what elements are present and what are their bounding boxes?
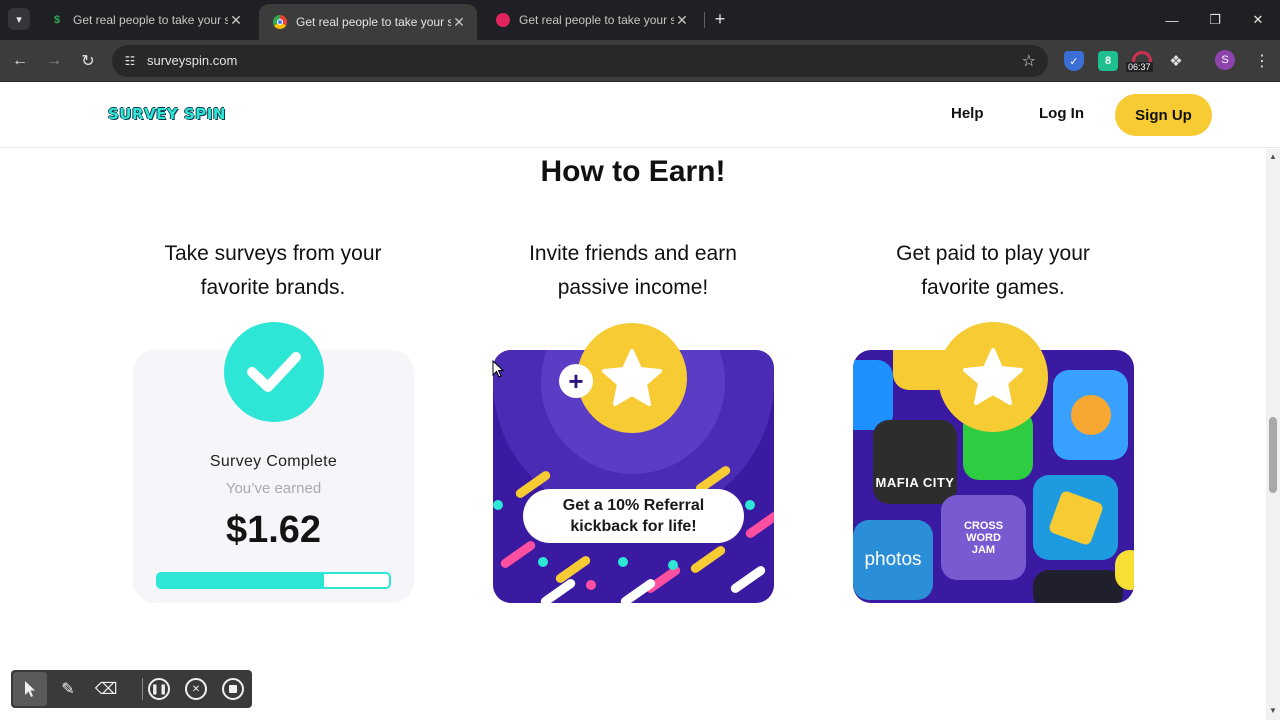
extensions-puzzle-icon[interactable]: ❖ <box>1166 51 1186 71</box>
pause-icon[interactable]: ❚❚ <box>146 677 172 701</box>
site-header: SURVEY SPIN Help Log In Sign Up <box>0 83 1280 148</box>
cancel-icon[interactable]: ✕ <box>183 677 209 701</box>
close-tab-icon[interactable]: ✕ <box>228 12 244 29</box>
extension-timer-text: 06:37 <box>1126 62 1153 72</box>
word-cross-jam-app-tile: CROSS WORD JAM <box>941 495 1026 580</box>
survey-progress-bar <box>156 572 391 589</box>
browser-tab-3[interactable]: Get real people to take your su ✕ <box>482 4 700 36</box>
close-tab-icon[interactable]: ✕ <box>674 12 690 29</box>
sign-up-button[interactable]: Sign Up <box>1115 94 1212 136</box>
screen-recorder-toolbar: ✎ ⌫ ❚❚ ✕ <box>11 670 252 708</box>
chrome-icon <box>273 15 287 29</box>
login-link[interactable]: Log In <box>1039 105 1084 122</box>
checkmark-icon <box>224 322 324 422</box>
tab-title: Get real people to take your su <box>73 13 228 27</box>
character-game-tile <box>1053 370 1128 460</box>
confetti-dot <box>618 557 628 567</box>
stop-icon[interactable] <box>220 677 246 701</box>
forward-arrow-icon[interactable]: → <box>42 49 66 73</box>
tab-search-chevron-icon[interactable]: ▾ <box>8 8 30 30</box>
toolbar-divider <box>142 678 143 700</box>
confetti-stripe <box>689 544 727 575</box>
back-arrow-icon[interactable]: ← <box>8 49 32 73</box>
confetti-stripe <box>729 564 767 595</box>
game-app-tile <box>1033 570 1123 603</box>
help-link[interactable]: Help <box>951 105 984 122</box>
url-text: surveyspin.com <box>147 53 238 68</box>
site-settings-icon[interactable]: ☷ <box>122 53 138 69</box>
shield-extension-icon[interactable]: ✓ <box>1064 51 1084 71</box>
column-title-referrals: Invite friends and earn passive income! <box>529 242 737 299</box>
address-bar[interactable]: ☷ surveyspin.com ☆ <box>112 45 1048 77</box>
extension-badge-icon[interactable]: 8 <box>1098 51 1118 71</box>
scrollbar-thumb[interactable] <box>1269 417 1277 493</box>
pointer-arrow-icon[interactable] <box>17 677 43 701</box>
survey-progress-fill <box>158 574 325 587</box>
confetti-dot <box>538 557 548 567</box>
restore-icon[interactable]: ❐ <box>1194 0 1236 40</box>
mafia-city-app-tile: MAFIA CITY <box>873 420 957 504</box>
confetti-dot <box>745 500 755 510</box>
section-title: How to Earn! <box>540 155 726 188</box>
close-window-icon[interactable]: ✕ <box>1237 0 1279 40</box>
pen-icon[interactable]: ✎ <box>55 677 81 701</box>
game-app-tile <box>1115 550 1134 590</box>
scroll-up-arrow-icon[interactable]: ▲ <box>1269 152 1277 161</box>
dollar-icon: $ <box>53 14 61 26</box>
scroll-down-arrow-icon[interactable]: ▼ <box>1269 706 1277 715</box>
referral-message: Get a 10% Referral kickback for life! <box>523 489 744 543</box>
confetti-dot <box>586 580 596 590</box>
confetti-dot <box>668 560 678 570</box>
amazon-photos-app-tile: photos <box>853 520 933 600</box>
survey-earned-amount: $1.62 <box>225 509 322 551</box>
column-title-games: Get paid to play your favorite games. <box>896 242 1090 299</box>
eraser-icon[interactable]: ⌫ <box>93 677 119 701</box>
browser-tab-strip: ▾ $ Get real people to take your su ✕ Ge… <box>0 0 1280 40</box>
reload-icon[interactable]: ↻ <box>76 49 100 73</box>
profile-avatar[interactable]: S <box>1215 50 1235 70</box>
survey-complete-title: Survey Complete <box>209 453 338 470</box>
browser-tab-1[interactable]: $ Get real people to take your su ✕ <box>36 4 254 36</box>
survey-earned-label: You’ve earned <box>225 480 322 497</box>
puzzle-app-tile <box>1033 475 1118 560</box>
close-tab-icon[interactable]: ✕ <box>451 14 467 31</box>
star-icon <box>938 322 1048 432</box>
confetti-stripe <box>499 539 537 570</box>
survey-spin-logo[interactable]: SURVEY SPIN <box>108 105 226 123</box>
more-menu-icon[interactable]: ⋮ <box>1254 51 1270 71</box>
column-title-surveys: Take surveys from your favorite brands. <box>164 242 382 299</box>
how-to-earn-section: How to Earn! Take surveys from your favo… <box>0 149 1266 720</box>
mouse-cursor-icon <box>492 360 504 378</box>
minimize-icon[interactable]: — <box>1151 0 1193 40</box>
star-icon <box>577 323 687 433</box>
tab-separator <box>704 12 705 28</box>
browser-toolbar: ← → ↻ ☷ surveyspin.com ☆ ✓ 8 06:37 ❖ S ⋮ <box>0 40 1280 82</box>
plus-badge-icon: + <box>559 364 593 398</box>
tab-title: Get real people to take your su <box>519 13 674 27</box>
bookmark-star-icon[interactable]: ☆ <box>1022 51 1036 71</box>
tab-title: Get real people to take your su <box>296 15 451 29</box>
browser-tab-2[interactable]: Get real people to take your su ✕ <box>259 4 477 40</box>
confetti-dot <box>493 500 503 510</box>
confetti-stripe <box>744 509 774 540</box>
circle-app-icon <box>496 13 510 27</box>
new-tab-plus-icon[interactable]: + <box>710 9 730 29</box>
